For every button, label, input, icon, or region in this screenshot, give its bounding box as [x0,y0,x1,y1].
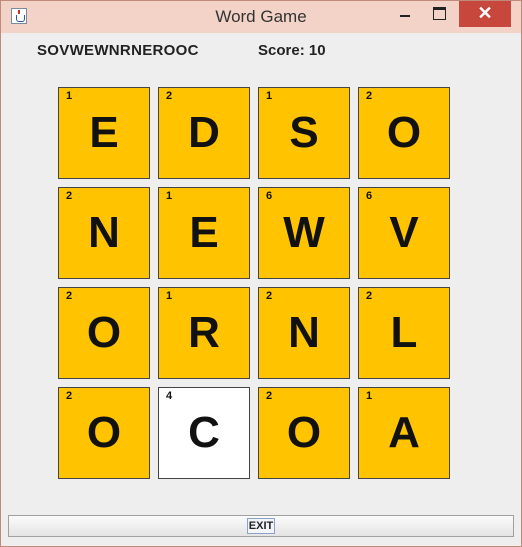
letter-tile[interactable]: 2 O [58,387,150,479]
title-bar[interactable]: Word Game ✕ [1,1,521,33]
tile-letter: S [289,108,319,157]
tile-letter: E [189,208,219,257]
letter-tile[interactable]: 1 S [258,87,350,179]
game-window: Word Game ✕ SOVWEWNRNEROOC Score: 10 1 E… [0,0,522,547]
tile-letter: L [390,308,418,357]
current-word: SOVWEWNRNEROOC [37,42,199,59]
letter-tile[interactable]: 2 O [258,387,350,479]
letter-tile[interactable]: 2 O [58,287,150,379]
tile-letter: O [286,408,322,457]
letter-tile[interactable]: 2 L [358,287,450,379]
score-label: Score: 10 [258,42,326,59]
tile-letter: N [88,208,120,257]
letter-tile[interactable]: 2 N [258,287,350,379]
tile-letter: C [188,408,220,457]
tile-letter: R [188,308,220,357]
tile-letter: W [283,208,325,257]
tile-letter: A [388,408,420,457]
close-icon[interactable]: ✕ [459,1,511,27]
tile-letter: O [86,408,122,457]
tile-letter: O [386,108,422,157]
tile-letter: O [86,308,122,357]
letter-tile[interactable]: 1 A [358,387,450,479]
letter-tile[interactable]: 1 E [58,87,150,179]
maximize-icon[interactable] [423,1,455,27]
tile-letter: E [89,108,119,157]
letter-tile[interactable]: 6 W [258,187,350,279]
letter-tile[interactable]: 2 D [158,87,250,179]
tile-letter: V [389,208,419,257]
tile-letter: N [288,308,320,357]
letter-tile[interactable]: 6 V [358,187,450,279]
letter-tile[interactable]: 1 R [158,287,250,379]
letter-tile[interactable]: 1 E [158,187,250,279]
tile-letter: D [188,108,220,157]
letter-tile[interactable]: 2 O [358,87,450,179]
letter-tile-selected[interactable]: 4 C [158,387,250,479]
minimize-icon[interactable] [389,1,421,27]
exit-button[interactable]: EXIT [247,518,275,534]
letter-tile[interactable]: 2 N [58,187,150,279]
